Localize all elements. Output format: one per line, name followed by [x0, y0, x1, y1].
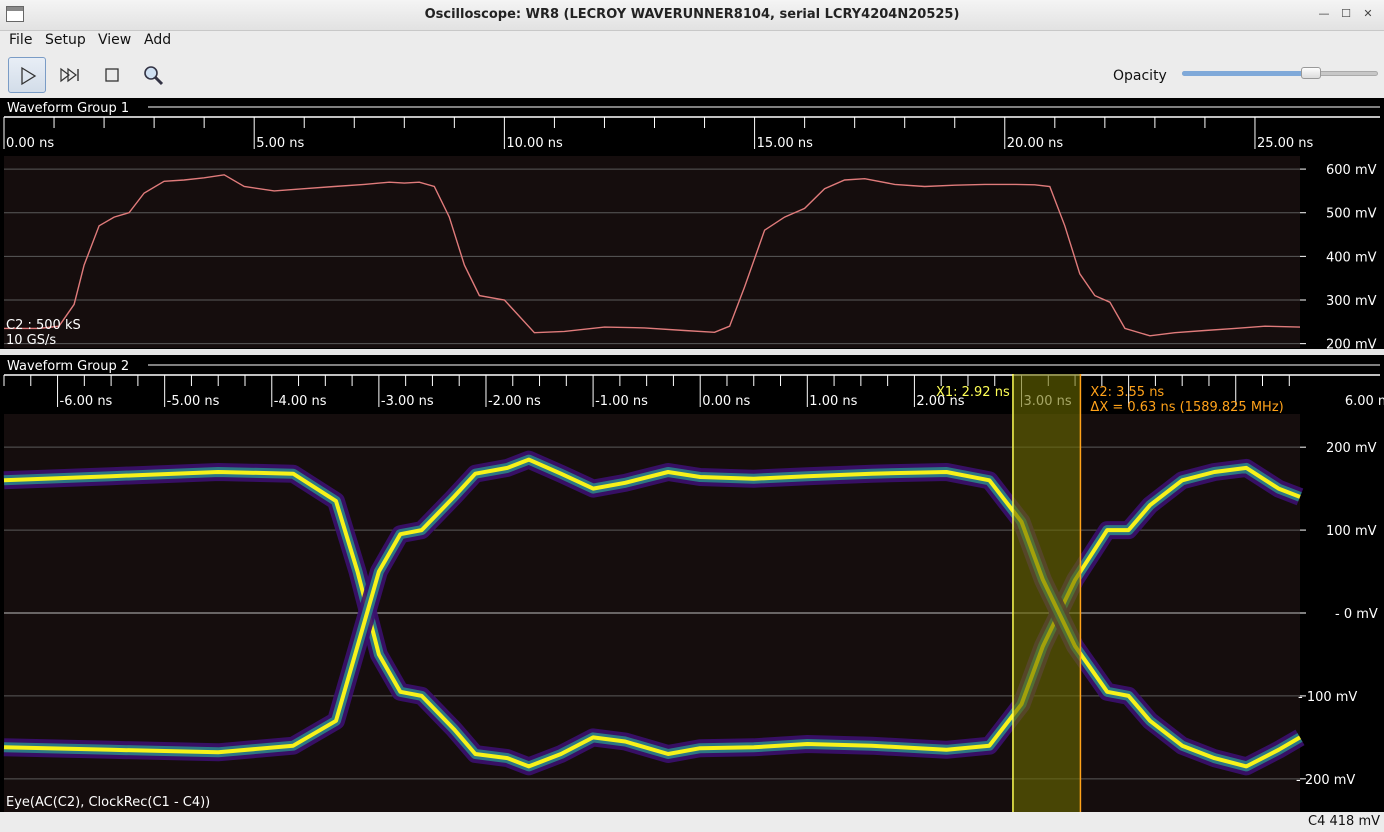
group-title-g1: Waveform Group 1: [7, 101, 129, 116]
time-tick-label: 25.00 ns: [1257, 136, 1314, 151]
play-button[interactable]: [8, 57, 46, 93]
time-tick-label: -6.00 ns: [60, 394, 113, 409]
time-tick-label: -3.00 ns: [381, 394, 434, 409]
single-shot-button[interactable]: [50, 57, 88, 93]
voltage-tick-label: 500 mV: [1326, 207, 1377, 222]
cursor-delta-label: ΔX = 0.63 ns (1589.825 MHz): [1090, 400, 1283, 415]
time-tick-label: -4.00 ns: [274, 394, 327, 409]
channel-label: C2 : 500 kS: [6, 318, 81, 333]
voltage-tick-label: 400 mV: [1326, 250, 1377, 265]
time-tick-label: 5.00 ns: [256, 136, 304, 151]
cursor-x1-label: X1: 2.92 ns: [936, 385, 1010, 400]
menu-view[interactable]: View: [98, 32, 131, 48]
stop-icon: [105, 68, 119, 82]
play-icon: [21, 66, 37, 86]
voltage-tick-label: 100 mV: [1326, 524, 1377, 539]
voltage-tick-label: - 200 mV: [1296, 773, 1355, 788]
menu-add[interactable]: Add: [144, 32, 171, 48]
zoom-button[interactable]: [134, 57, 172, 93]
window-title: Oscilloscope: WR8 (LECROY WAVERUNNER8104…: [424, 7, 960, 22]
minimize-button[interactable]: —: [1314, 5, 1334, 23]
single-shot-icon: [60, 67, 79, 83]
plot-canvas: Waveform Group 1 0.00 ns 5.00 ns 10.00 ns 15…: [0, 98, 1384, 812]
time-tick-label: -1.00 ns: [595, 394, 648, 409]
voltage-tick-label: 300 mV: [1326, 294, 1377, 309]
voltage-tick-label: - 0 mV: [1335, 607, 1378, 622]
voltage-tick-label: - 100 mV: [1298, 690, 1357, 705]
sample-rate-label: 10 GS/s: [6, 333, 56, 348]
maximize-button[interactable]: ☐: [1336, 5, 1356, 23]
cursor-x2-label: X2: 3.55 ns: [1090, 385, 1164, 400]
group-title-g2: Waveform Group 2: [7, 359, 129, 374]
status-bar: C4 418 mV: [0, 812, 1384, 832]
time-tick-label: 1.00 ns: [809, 394, 857, 409]
time-tick-label: 0.00 ns: [6, 136, 54, 151]
opacity-slider[interactable]: [1182, 67, 1378, 79]
plot-area-g1: [4, 156, 1300, 348]
time-tick-label: -2.00 ns: [488, 394, 541, 409]
opacity-slider-handle[interactable]: [1301, 67, 1322, 79]
time-tick-label: -5.00 ns: [167, 394, 220, 409]
voltage-tick-label: 200 mV: [1326, 441, 1377, 456]
opacity-label: Opacity: [1113, 68, 1167, 84]
title-bar: Oscilloscope: WR8 (LECROY WAVERUNNER8104…: [0, 0, 1384, 31]
group-splitter: [0, 349, 1384, 355]
voltage-tick-label: 600 mV: [1326, 163, 1377, 178]
opacity-slider-fill: [1182, 71, 1312, 76]
oscilloscope-window: Oscilloscope: WR8 (LECROY WAVERUNNER8104…: [0, 0, 1384, 832]
menu-file[interactable]: File: [9, 32, 32, 48]
menu-bar: File Setup View Add: [0, 30, 1384, 52]
eye-label: Eye(AC(C2), ClockRec(C1 - C4)): [6, 795, 210, 810]
close-button[interactable]: ✕: [1358, 5, 1378, 23]
status-readout: C4 418 mV: [1308, 814, 1380, 829]
time-tick-label: 10.00 ns: [506, 136, 563, 151]
toolbar: Opacity: [0, 52, 1384, 98]
time-tick-label: 20.00 ns: [1007, 136, 1064, 151]
time-tick-label: 6.00 n: [1345, 394, 1384, 409]
stop-button[interactable]: [93, 57, 131, 93]
time-tick-label: 0.00 ns: [702, 394, 750, 409]
zoom-icon: [144, 66, 164, 86]
cursor-region: [1012, 374, 1081, 812]
menu-setup[interactable]: Setup: [45, 32, 86, 48]
time-tick-label: 15.00 ns: [757, 136, 814, 151]
